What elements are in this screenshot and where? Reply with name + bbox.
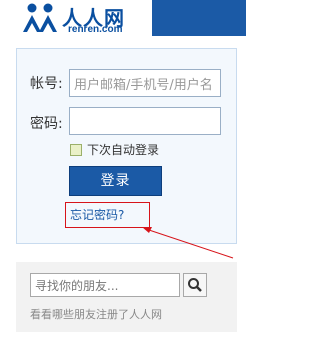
password-label: 密码: <box>30 116 63 132</box>
account-label: 帐号: <box>30 76 63 92</box>
password-input[interactable] <box>69 107 221 135</box>
find-friends-link[interactable]: 看看哪些朋友注册了人人网 <box>30 306 162 322</box>
login-button[interactable]: 登录 <box>69 166 162 196</box>
forgot-password-highlight: 忘记密码? <box>65 202 150 228</box>
magnifier-icon <box>188 278 202 292</box>
friend-search-input[interactable]: 寻找你的朋友... <box>30 273 180 297</box>
login-panel: 帐号: 用户邮箱/手机号/用户名 密码: 下次自动登录 登录 忘记密码? <box>16 48 237 244</box>
search-button[interactable] <box>183 273 207 297</box>
logo-text-en: renren.com <box>68 24 123 35</box>
renren-logo[interactable]: 人人网 renren.com <box>20 1 135 35</box>
remember-label[interactable]: 下次自动登录 <box>87 141 159 158</box>
forgot-password-link[interactable]: 忘记密码? <box>70 206 124 223</box>
header: 人人网 renren.com <box>0 0 246 36</box>
find-friends-panel: 寻找你的朋友... 看看哪些朋友注册了人人网 <box>16 262 237 332</box>
remember-checkbox[interactable] <box>70 144 82 156</box>
renren-people-logo-icon <box>23 3 57 32</box>
header-bar <box>152 0 246 36</box>
account-input[interactable]: 用户邮箱/手机号/用户名 <box>69 69 221 97</box>
